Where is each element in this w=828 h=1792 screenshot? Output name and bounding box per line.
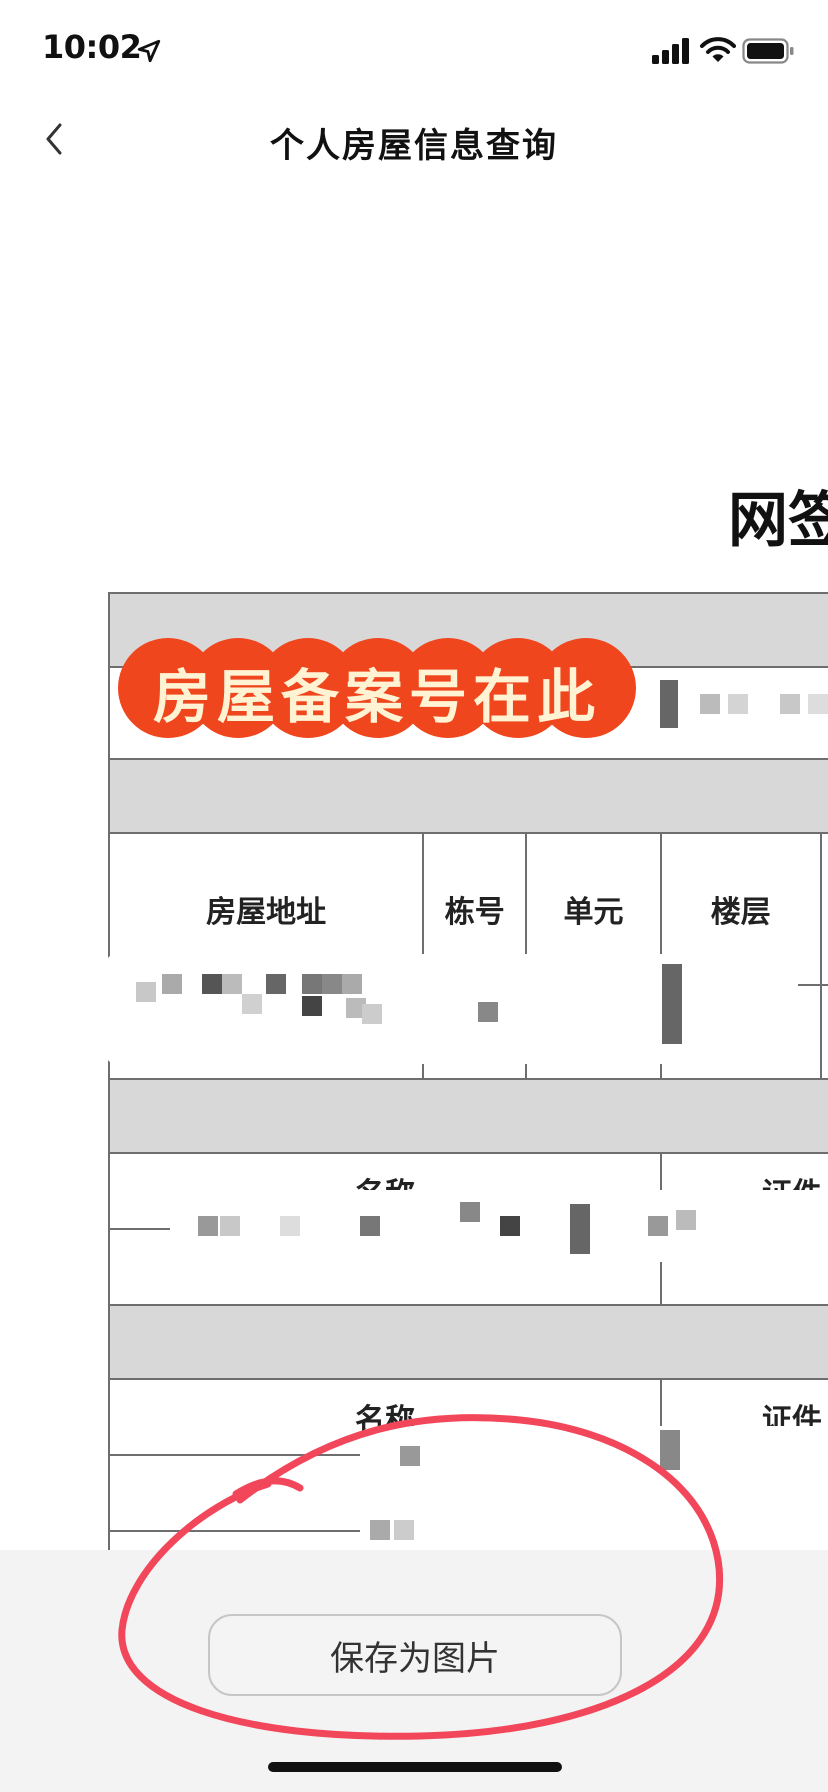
redacted-house-address — [106, 954, 798, 1064]
wifi-icon — [700, 37, 736, 62]
status-bar: 10:02 — [0, 0, 828, 100]
filing-number-annotation: 房屋备案号在此 — [116, 636, 638, 740]
redacted-filing-number — [640, 670, 828, 740]
battery-icon — [742, 38, 794, 64]
table-row — [108, 1078, 828, 1154]
home-indicator — [268, 1762, 562, 1772]
bottom-action-bar: 保存为图片 — [0, 1550, 828, 1792]
cellular-signal-icon — [652, 38, 689, 64]
annotation-text: 房屋备案号在此 — [152, 663, 601, 731]
redacted-party-details — [360, 1426, 828, 1550]
table-row — [108, 758, 828, 834]
save-as-image-button[interactable]: 保存为图片 — [208, 1614, 622, 1696]
status-time: 10:02 — [42, 28, 142, 66]
document-title: 网签 — [728, 486, 828, 556]
location-arrow-icon — [137, 39, 161, 63]
document-preview: 网签 房屋地址 栋号 单元 楼层 名称 证件 名称 证件 — [0, 182, 828, 1550]
redacted-party-name — [170, 1190, 828, 1262]
table-row — [108, 1304, 828, 1380]
navigation-bar: 个人房屋信息查询 — [0, 100, 828, 182]
page-title: 个人房屋信息查询 — [270, 126, 558, 166]
